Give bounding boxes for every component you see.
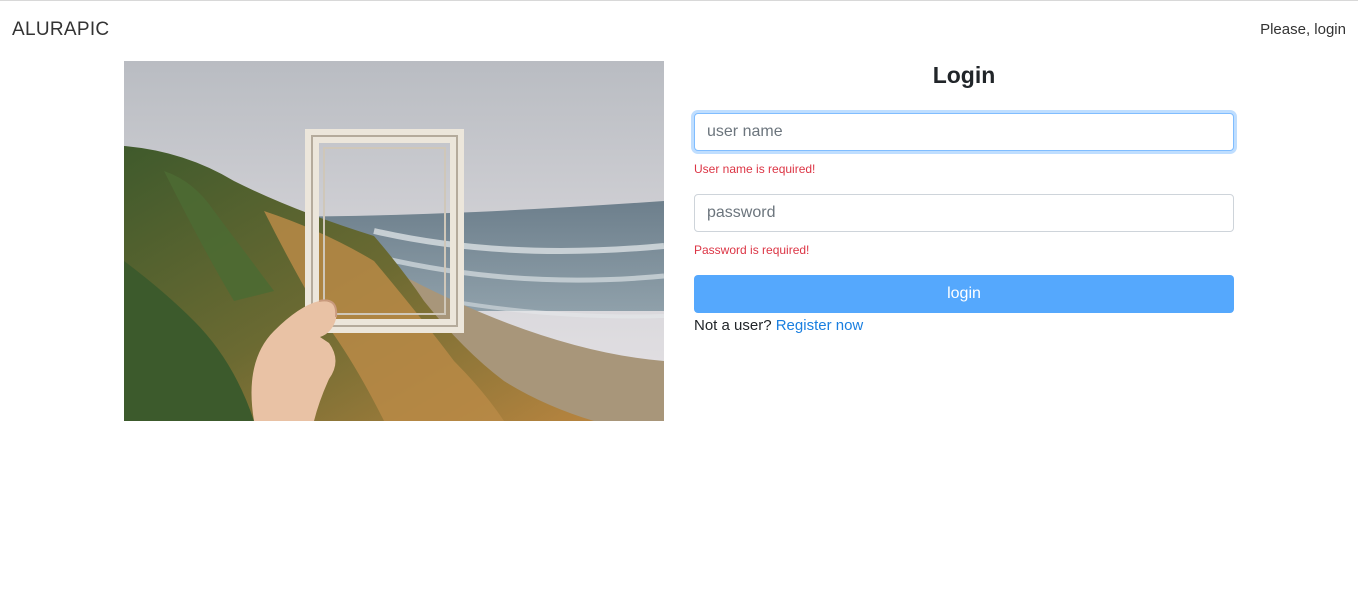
brand-link[interactable]: ALURAPIC	[12, 19, 109, 41]
signup-row: Not a user? Register now	[694, 317, 863, 334]
signup-prompt: Not a user?	[694, 317, 772, 334]
navbar: ALURAPIC Please, login	[0, 1, 1358, 57]
hero-image-frame-on-cliff	[124, 61, 664, 421]
login-title: Login	[932, 62, 996, 88]
login-button[interactable]: login	[694, 275, 1234, 313]
password-input[interactable]	[694, 194, 1234, 232]
username-input[interactable]	[694, 113, 1234, 151]
register-link[interactable]: Register now	[776, 317, 864, 334]
user-status-text: Please, login	[1260, 21, 1346, 38]
username-error: User name is required!	[694, 162, 816, 176]
password-error: Password is required!	[694, 243, 810, 257]
